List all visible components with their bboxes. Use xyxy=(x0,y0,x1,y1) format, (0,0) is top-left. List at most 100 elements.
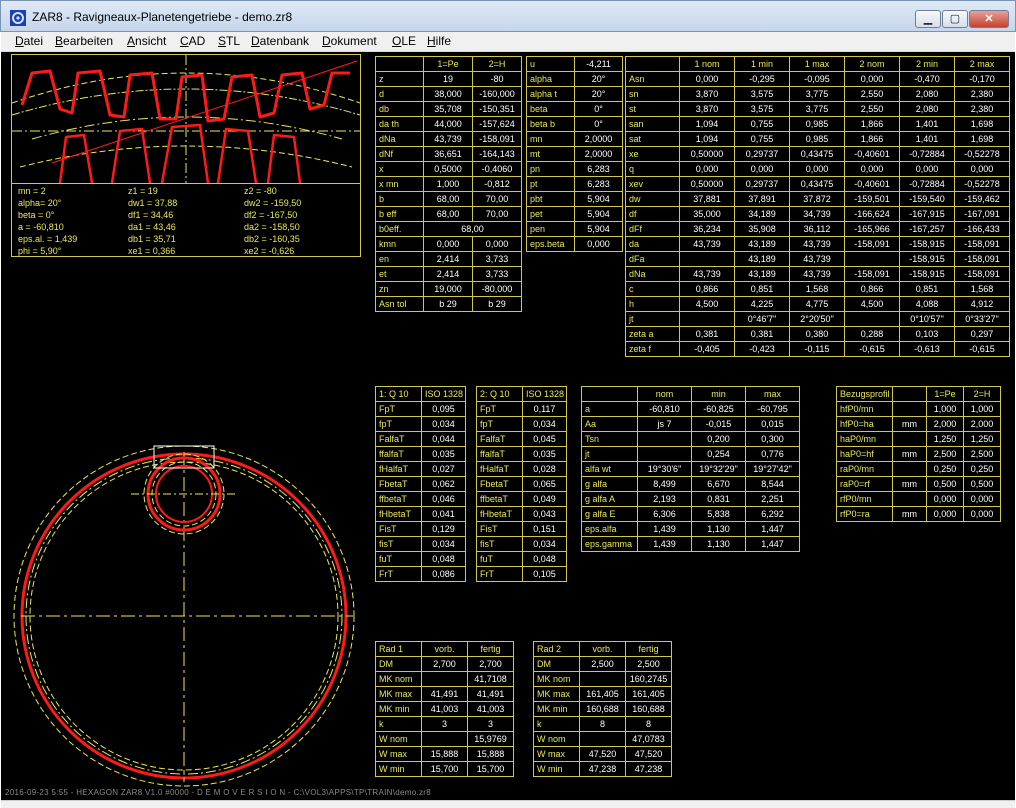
row-label: mn xyxy=(526,131,575,147)
menu-cad[interactable]: CAD xyxy=(180,34,205,48)
menu-datei[interactable]: Datei xyxy=(15,34,43,48)
table-row: x 0,5000 -0,4060 xyxy=(375,161,522,177)
table-row: fHalfaT 0,027 xyxy=(375,461,466,477)
cell-value: 43,739 xyxy=(789,251,845,267)
row-label: db xyxy=(375,101,424,117)
menu-dokument[interactable]: Dokument xyxy=(322,34,377,48)
table-row: MK min 41,003 41,003 xyxy=(375,701,514,717)
cell-value: 37,881 xyxy=(679,191,735,207)
column-header: fertig xyxy=(625,641,672,657)
cell-value: 0,254 xyxy=(691,446,746,462)
table-row: g alfa 8,499 6,670 8,544 xyxy=(581,476,800,492)
column-header: nom xyxy=(637,386,692,402)
table-row: FbetaT 0,062 xyxy=(375,476,466,492)
table-header-row: Bezugsprofil 1=Pe 2=H xyxy=(836,386,1001,402)
column-header: 2 nom xyxy=(844,56,900,72)
column-header: ISO 1328 xyxy=(522,386,567,402)
cell-value: mm xyxy=(892,416,927,432)
row-label: q xyxy=(625,161,680,177)
cell-value: 47,0783 xyxy=(625,731,672,747)
cell-value: 0,000 xyxy=(844,161,900,177)
row-label: W max xyxy=(375,746,422,762)
menu-hilfe[interactable]: Hilfe xyxy=(427,34,451,48)
cell-value: 2,414 xyxy=(423,266,473,282)
menu-bearbeiten[interactable]: Bearbeiten xyxy=(55,34,113,48)
minimize-button[interactable]: ▁ xyxy=(915,10,941,28)
cell-value: 0°46'7" xyxy=(734,311,790,327)
cell-value: 1,866 xyxy=(844,116,900,132)
table-row: beta 0° xyxy=(526,101,623,117)
cell-value: js 7 xyxy=(637,416,692,432)
row-label: fHalfaT xyxy=(375,461,422,477)
menu-ansicht[interactable]: Ansicht xyxy=(127,34,166,48)
cell-value: -158,091 xyxy=(954,251,1010,267)
row-label: alpha t xyxy=(526,86,575,102)
table-row: st 3,870 3,575 3,775 2,550 2,080 2,380 xyxy=(625,101,1010,117)
cell-value: 0,043 xyxy=(522,506,567,522)
cell-value: 160,688 xyxy=(579,701,626,717)
table-row: xe 0,50000 0,29737 0,43475 -0,40601 -0,72884-… xyxy=(625,146,1010,162)
table-row: haP0=hf mm 2,500 2,500 xyxy=(836,446,1001,462)
cell-value: 0,000 xyxy=(423,236,473,252)
row-label: fpT xyxy=(476,416,523,432)
cell-value: 0,000 xyxy=(789,161,845,177)
column-header xyxy=(892,386,927,402)
table-row: pen 5,904 xyxy=(526,221,623,237)
table-row: Asn tol b 29 b 29 xyxy=(375,296,522,312)
cell-value: 0,381 xyxy=(734,326,790,342)
row-label: eps.beta xyxy=(526,236,575,252)
quality-table-gear2: 2: Q 10 ISO 1328 FpT 0,117 fpT 0,034 FalfaT 0,0… xyxy=(476,386,567,582)
cell-value: -164,143 xyxy=(472,146,522,162)
cell-value: 2,500 xyxy=(963,446,1001,462)
row-label: FrT xyxy=(375,566,422,582)
row-label: FisT xyxy=(476,521,523,537)
row-label: FpT xyxy=(375,401,422,417)
table-header-row: 1: Q 10 ISO 1328 xyxy=(375,386,466,402)
table-row: DM 2,500 2,500 xyxy=(533,656,672,672)
table-row: fHbetaT 0,043 xyxy=(476,506,567,522)
table-row: eps.beta 0,000 xyxy=(526,236,623,252)
menu-stl[interactable]: STL xyxy=(218,34,240,48)
cell-value: 5,904 xyxy=(574,221,623,237)
cell-value: 0,000 xyxy=(734,161,790,177)
cell-value: 0° xyxy=(574,116,623,132)
cell-value: 2,251 xyxy=(745,491,800,507)
cell-value: 0,000 xyxy=(679,71,735,87)
table-row: fHbetaT 0,041 xyxy=(375,506,466,522)
cell-value: 0,034 xyxy=(421,536,466,552)
row-label: c xyxy=(625,281,680,297)
maximize-button[interactable]: ▢ xyxy=(942,10,968,28)
param-xe2: xe2 = -0,626 xyxy=(244,246,295,256)
cell-value: 20° xyxy=(574,71,623,87)
cell-value: 0,000 xyxy=(679,161,735,177)
menu-ole[interactable]: OLE xyxy=(392,34,416,48)
cell-value: 3,733 xyxy=(472,251,522,267)
cell-value: 19 xyxy=(423,71,473,87)
cell-value: 2,500 xyxy=(926,446,964,462)
row-label: xev xyxy=(625,176,680,192)
cell-value: 68,00 xyxy=(423,191,473,207)
close-button[interactable]: ✕ xyxy=(969,10,1009,28)
row-label: MK min xyxy=(375,701,422,717)
menu-datenbank[interactable]: Datenbank xyxy=(251,34,309,48)
cell-value: 0,500 xyxy=(926,476,964,492)
cell-value: 41,003 xyxy=(467,701,514,717)
table-row: W min 47,238 47,238 xyxy=(533,761,672,777)
row-label: rfP0=ra xyxy=(836,506,893,522)
drawing-canvas[interactable]: mn = 2 z1 = 19 z2 = -80 alpha= 20° dw1 =… xyxy=(1,52,1015,800)
cell-value: 2,550 xyxy=(844,86,900,102)
cell-value: 6,670 xyxy=(691,476,746,492)
row-label: ffbetaT xyxy=(476,491,523,507)
row-label: W nom xyxy=(375,731,422,747)
cell-value: 0,000 xyxy=(963,506,1001,522)
cell-value: -159,540 xyxy=(899,191,955,207)
cell-value: 0,297 xyxy=(954,326,1010,342)
planetary-gear-drawing xyxy=(13,445,355,787)
table-row: haP0/mn 1,250 1,250 xyxy=(836,431,1001,447)
cell-value: -0,812 xyxy=(472,176,522,192)
cell-value: 1,130 xyxy=(691,521,746,537)
cell-value xyxy=(579,671,626,687)
cell-value: -158,091 xyxy=(844,266,900,282)
cell-value: 34,739 xyxy=(789,206,845,222)
cell-value: 0,086 xyxy=(421,566,466,582)
